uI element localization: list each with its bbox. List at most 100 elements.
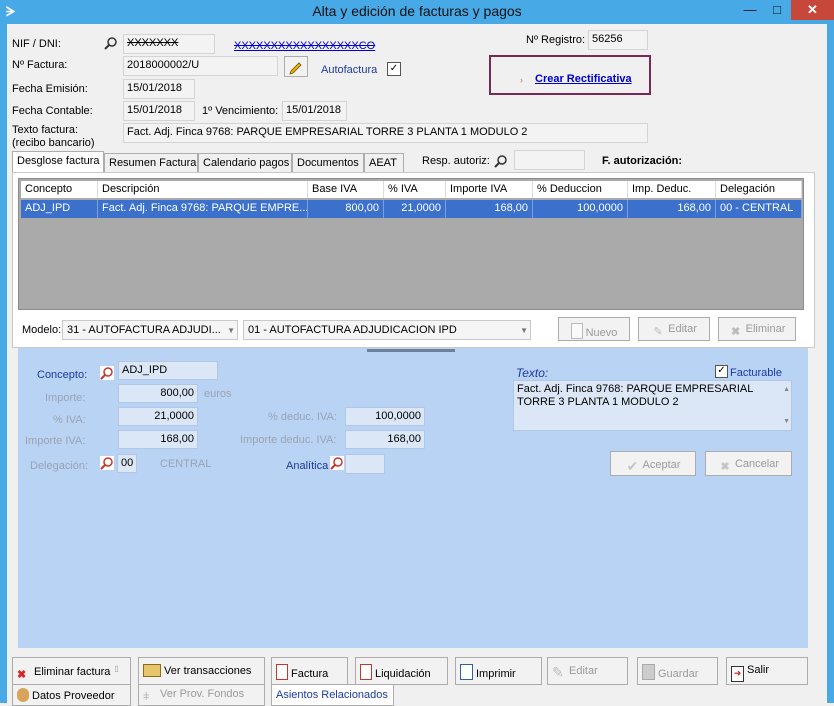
column-header[interactable]: Delegación bbox=[716, 181, 802, 198]
concepto-label: Concepto: bbox=[37, 369, 88, 381]
autofactura-checkbox[interactable]: ✓ bbox=[387, 62, 401, 76]
tab-resumen-factura[interactable]: Resumen Factura bbox=[104, 153, 198, 172]
table-cell[interactable]: 00 - CENTRAL bbox=[716, 200, 802, 218]
deduc-iva-field[interactable]: 100,0000 bbox=[345, 407, 425, 426]
iva-field[interactable]: 21,0000 bbox=[118, 407, 198, 426]
factura-field[interactable]: 2018000002/U bbox=[123, 56, 278, 76]
column-header[interactable]: Concepto bbox=[21, 181, 98, 198]
tab-desglose-factura[interactable]: Desglose factura bbox=[12, 151, 104, 173]
window-frame-right bbox=[827, 24, 834, 703]
analitica-field[interactable] bbox=[345, 454, 385, 474]
table-cell[interactable]: 800,00 bbox=[308, 200, 384, 218]
texto-line-1: Fact. Adj. Finca 9768: PARQUE EMPRESARIA… bbox=[517, 383, 754, 395]
modelo-label: Modelo: bbox=[22, 324, 62, 336]
column-header[interactable]: Base IVA bbox=[308, 181, 384, 198]
f-autorizacion-label: F. autorización: bbox=[602, 155, 683, 167]
registro-label: Nº Registro: bbox=[526, 34, 586, 46]
fecha-emision-label: Fecha Emisión: bbox=[12, 83, 88, 95]
table-cell[interactable]: 100,0000 bbox=[533, 200, 628, 218]
fecha-contable-label: Fecha Contable: bbox=[12, 105, 93, 117]
print-icon bbox=[460, 664, 473, 680]
column-header[interactable]: % Deduccion bbox=[533, 181, 628, 198]
title-bar: ᗒ Alta y edición de facturas y pagos — □… bbox=[0, 0, 834, 24]
iva-label: % IVA: bbox=[53, 414, 86, 426]
table-cell[interactable]: Fact. Adj. Finca 9768: PARQUE EMPRE... bbox=[98, 200, 308, 218]
table-cell[interactable]: ADJ_IPD bbox=[21, 200, 98, 218]
guardar-button[interactable]: Guardar bbox=[637, 657, 718, 685]
crear-rectificativa-link[interactable]: Crear Rectificativa bbox=[535, 73, 632, 85]
ver-transacciones-button[interactable]: Ver transacciones bbox=[138, 657, 265, 685]
table-cell[interactable]: 168,00 bbox=[446, 200, 533, 218]
eliminar-factura-button[interactable]: ✖ Eliminar factura ▯ bbox=[12, 657, 131, 685]
pencil-icon bbox=[289, 62, 302, 75]
tab-documentos[interactable]: Documentos bbox=[292, 153, 364, 172]
nif-name-link[interactable]: XXXXXXXXXXXXXXXXXCO bbox=[234, 40, 375, 52]
modelo-detalle-select[interactable]: 01 - AUTOFACTURA ADJUDICACION IPD ▼ bbox=[243, 320, 531, 340]
liquidacion-button[interactable]: Liquidación bbox=[355, 657, 448, 685]
texto-label: Texto: bbox=[516, 366, 549, 380]
fecha-contable-field[interactable]: 15/01/2018 bbox=[123, 101, 195, 121]
factura-button[interactable]: Factura bbox=[271, 657, 348, 685]
user-icon bbox=[17, 688, 29, 702]
column-header[interactable]: % IVA bbox=[384, 181, 446, 198]
importe-field[interactable]: 800,00 bbox=[118, 384, 198, 403]
search-icon[interactable] bbox=[100, 456, 114, 470]
fecha-emision-field[interactable]: 15/01/2018 bbox=[123, 79, 195, 99]
table-cell[interactable]: 21,0000 bbox=[384, 200, 446, 218]
scroll-down-icon[interactable]: ▼ bbox=[783, 415, 790, 428]
splitter-handle[interactable] bbox=[367, 349, 455, 352]
new-document-icon bbox=[570, 323, 583, 339]
concepto-field[interactable]: ADJ_IPD bbox=[118, 361, 218, 380]
delegacion-label: Delegación: bbox=[30, 460, 89, 472]
analitica-label: Analítica bbox=[286, 460, 329, 472]
column-header[interactable]: Descripción bbox=[98, 181, 308, 198]
transactions-icon bbox=[143, 664, 161, 677]
maximize-button[interactable]: □ bbox=[763, 0, 791, 20]
close-button[interactable]: ✕ bbox=[791, 0, 834, 20]
importe-iva-label: Importe IVA: bbox=[25, 435, 86, 447]
column-header[interactable]: Imp. Deduc. bbox=[628, 181, 716, 198]
vencimiento-field[interactable]: 15/01/2018 bbox=[282, 101, 347, 121]
delegacion-name: CENTRAL bbox=[160, 458, 212, 470]
search-icon[interactable] bbox=[104, 36, 118, 50]
resp-autoriz-field[interactable] bbox=[514, 150, 585, 170]
editar-linea-button[interactable]: ✎ Editar bbox=[638, 317, 710, 341]
editar-button[interactable]: ✎ Editar bbox=[547, 657, 628, 685]
search-icon[interactable] bbox=[494, 154, 508, 168]
resp-autoriz-label: Resp. autoriz: bbox=[422, 155, 490, 167]
minimize-button[interactable]: — bbox=[737, 0, 763, 20]
imprimir-button[interactable]: Imprimir bbox=[455, 657, 542, 685]
nif-field[interactable]: XXXXXXX bbox=[123, 34, 215, 54]
vencimiento-label: 1º Vencimiento: bbox=[202, 105, 279, 117]
salir-button[interactable]: ➜ Salir bbox=[726, 657, 808, 685]
facturable-checkbox[interactable]: ✓ bbox=[715, 365, 728, 378]
delete-icon: ✖ bbox=[731, 326, 741, 338]
nuevo-button[interactable]: Nuevo bbox=[558, 317, 630, 341]
facturable-label: Facturable bbox=[730, 367, 782, 379]
table-cell[interactable]: 168,00 bbox=[628, 200, 716, 218]
aceptar-button[interactable]: ✔ Aceptar bbox=[610, 451, 696, 476]
save-icon bbox=[642, 664, 655, 680]
scroll-up-icon[interactable]: ▲ bbox=[783, 383, 790, 396]
importe-deduc-field[interactable]: 168,00 bbox=[345, 430, 425, 449]
cancelar-button[interactable]: ✖ Cancelar bbox=[705, 451, 792, 476]
importe-iva-field[interactable]: 168,00 bbox=[118, 430, 198, 449]
column-header[interactable]: Importe IVA bbox=[446, 181, 533, 198]
texto-factura-label: Texto factura: bbox=[12, 124, 79, 136]
tab-calendario-pagos[interactable]: Calendario pagos bbox=[198, 153, 292, 172]
texto-factura-field[interactable]: Fact. Adj. Finca 9768: PARQUE EMPRESARIA… bbox=[123, 123, 648, 143]
importe-label: Importe: bbox=[45, 392, 86, 404]
bullet-icon: › bbox=[520, 75, 523, 85]
search-icon[interactable] bbox=[330, 456, 344, 470]
search-icon[interactable] bbox=[100, 366, 114, 380]
delegacion-code-field[interactable]: 00 bbox=[117, 454, 137, 473]
texto-textarea[interactable]: Fact. Adj. Finca 9768: PARQUE EMPRESARIA… bbox=[513, 380, 792, 431]
autofactura-label: Autofactura bbox=[321, 64, 378, 76]
modelo-select[interactable]: 31 - AUTOFACTURA ADJUDI... ▼ bbox=[62, 320, 238, 340]
eliminar-linea-button[interactable]: ✖ Eliminar bbox=[718, 317, 796, 341]
delete-icon: ✖ bbox=[17, 669, 27, 681]
registro-field: 56256 bbox=[588, 30, 648, 50]
window-title: Alta y edición de facturas y pagos bbox=[312, 3, 522, 19]
tab-aeat[interactable]: AEAT bbox=[364, 153, 404, 172]
edit-factura-button[interactable] bbox=[284, 56, 308, 77]
